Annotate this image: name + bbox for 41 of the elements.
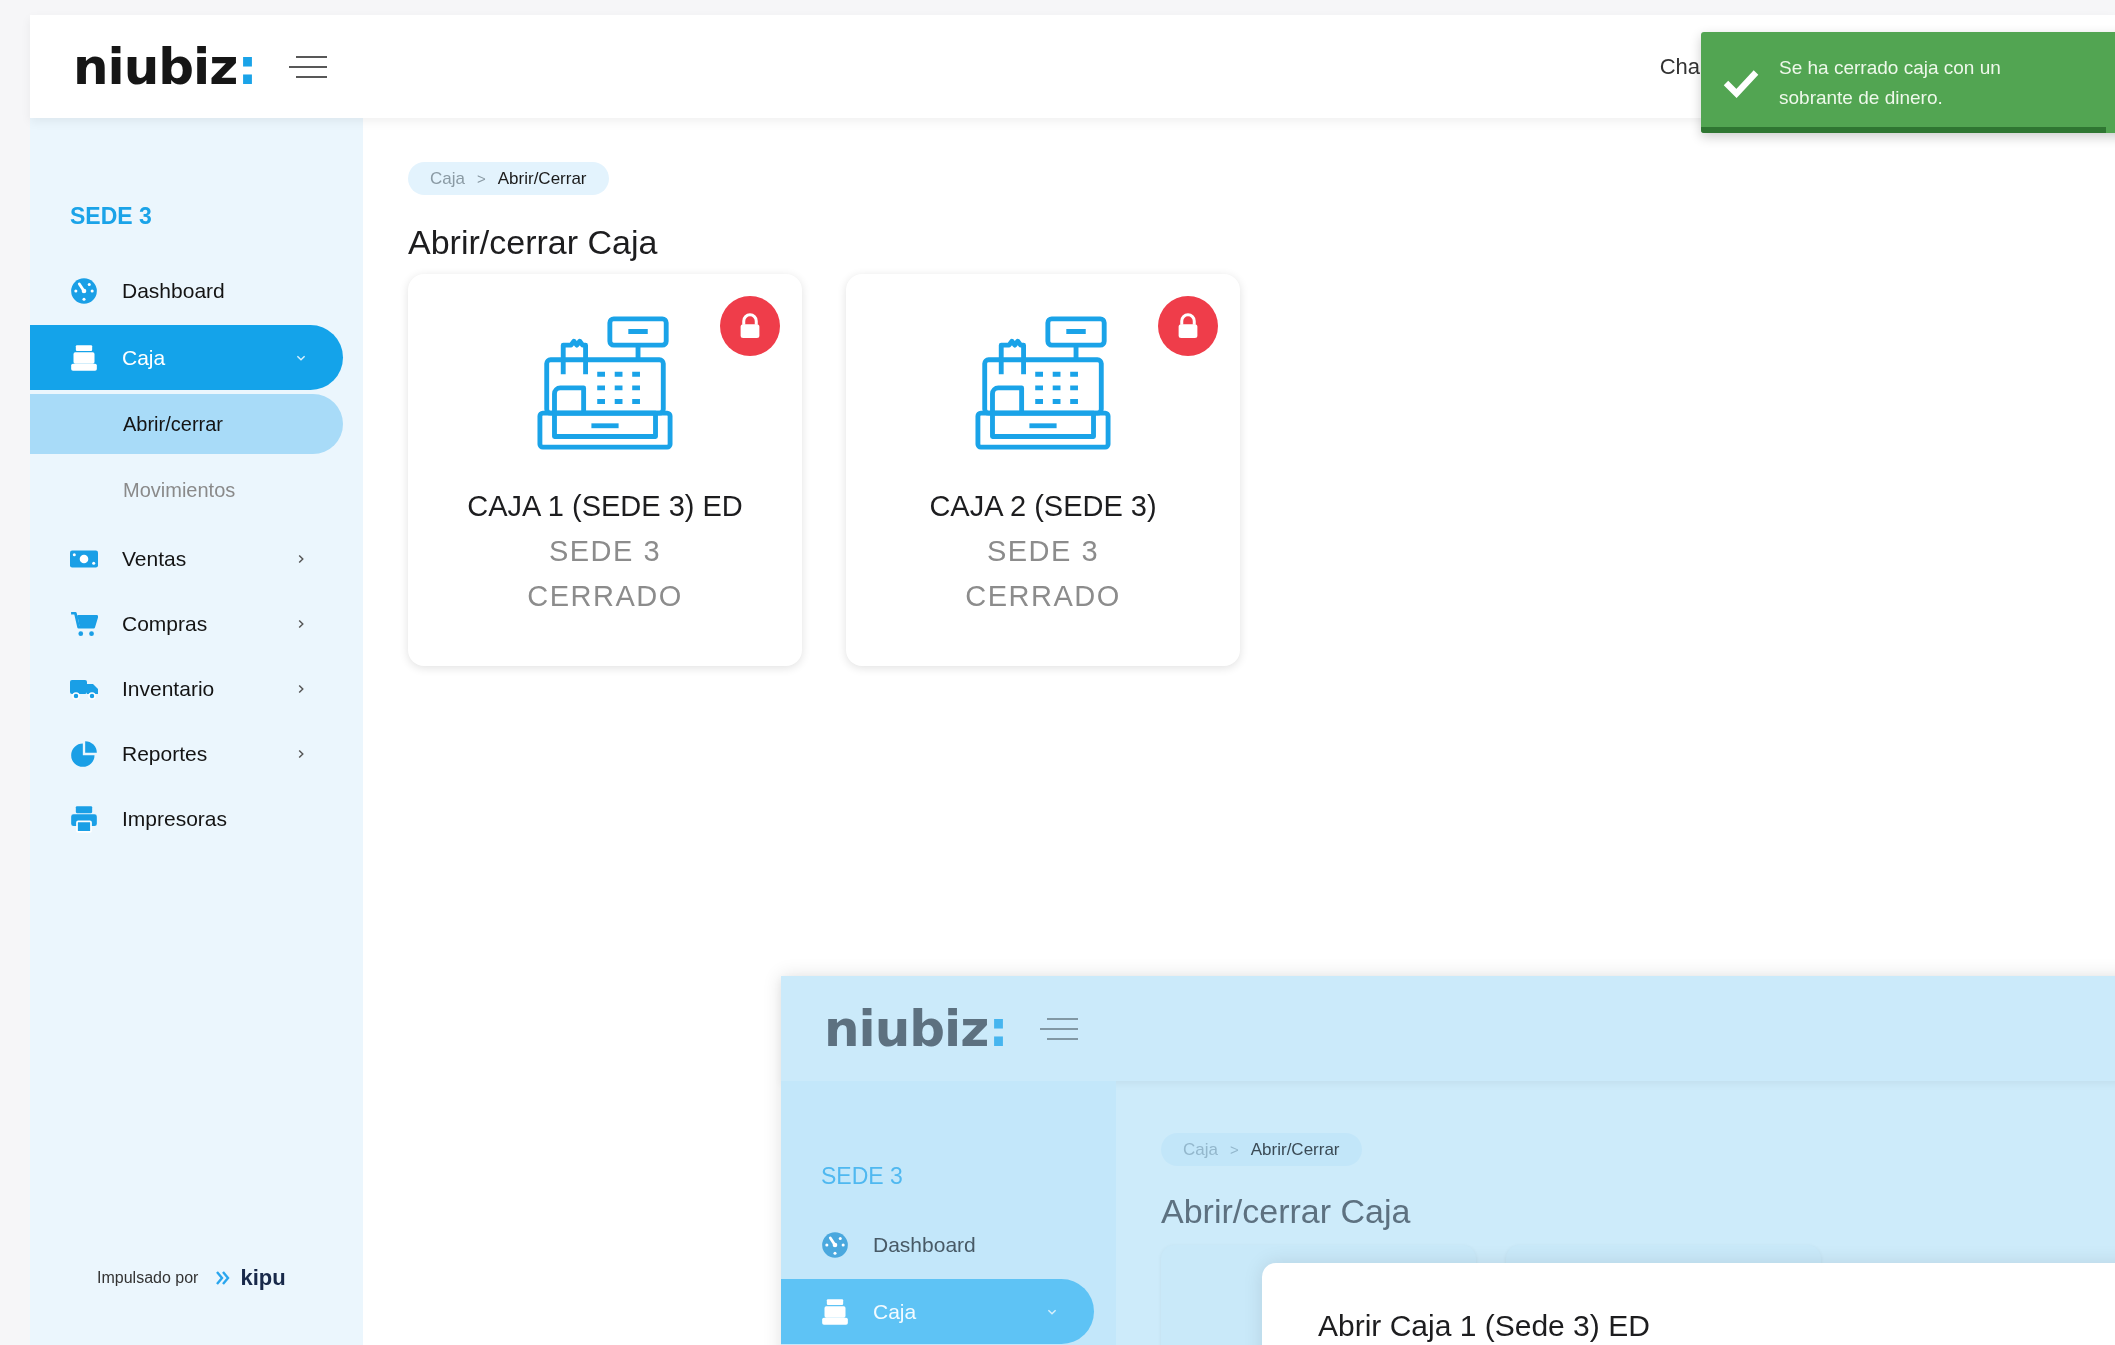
page-title: Abrir/cerrar Caja xyxy=(1161,1192,1412,1231)
gauge-icon xyxy=(821,1230,849,1259)
gauge-icon xyxy=(70,276,98,305)
register-name: CAJA 1 (SEDE 3) ED xyxy=(467,490,743,523)
brand-name: kipu xyxy=(240,1265,286,1291)
cash-register-icon xyxy=(70,343,98,372)
menu-icon[interactable] xyxy=(288,55,329,78)
nav-item[interactable]: Dashboard xyxy=(30,258,343,323)
breadcrumb-item: Abrir/Cerrar xyxy=(1250,1139,1340,1160)
cash-register-icon xyxy=(821,1297,849,1326)
register-status: CERRADO xyxy=(965,580,1121,613)
section-title: SEDE 3 xyxy=(69,203,153,230)
submenu-item[interactable]: Abrir/cerrar xyxy=(30,394,343,454)
nav-item[interactable]: Reportes xyxy=(30,721,343,786)
toast-message: Se ha cerrado caja con un sobrante de dinero. xyxy=(1779,55,2002,110)
branch-name: SEDE 3 xyxy=(548,535,662,568)
nav-item[interactable]: Impresoras xyxy=(30,786,343,851)
modal-title: Abrir Caja 1 (Sede 3) ED xyxy=(1318,1309,1651,1343)
cash-register-icon xyxy=(975,316,1111,452)
nav-item[interactable]: Dashboard xyxy=(781,1212,1094,1277)
register-card[interactable]: CAJA 2 (SEDE 3) SEDE 3 CERRADO xyxy=(846,274,1240,666)
branch-name: SEDE 3 xyxy=(986,535,1100,568)
page-title: Abrir/cerrar Caja xyxy=(408,223,659,262)
nav-item[interactable]: Compras xyxy=(30,591,343,656)
breadcrumb-item: Abrir/Cerrar xyxy=(497,168,587,189)
user-name[interactable]: Cha xyxy=(1659,53,1700,80)
register-status: CERRADO xyxy=(527,580,683,613)
breadcrumb-separator: > xyxy=(476,170,486,187)
breadcrumb-separator: > xyxy=(1229,1141,1239,1158)
logo: niubiz: xyxy=(73,41,257,92)
register-name: CAJA 2 (SEDE 3) xyxy=(929,490,1157,523)
powered-by-text: Impulsado por xyxy=(97,1269,199,1287)
pie-chart-icon xyxy=(70,739,98,768)
section-title: SEDE 3 xyxy=(820,1163,904,1190)
nav-item[interactable]: Ventas xyxy=(30,526,343,591)
nav-item[interactable]: Inventario xyxy=(30,656,343,721)
logo: niubiz: xyxy=(824,1003,1008,1054)
cash-register-icon xyxy=(537,316,673,452)
cart-icon xyxy=(70,609,98,638)
register-card[interactable]: CAJA 1 (SEDE 3) ED SEDE 3 CERRADO xyxy=(408,274,802,666)
printer-icon xyxy=(70,804,98,833)
